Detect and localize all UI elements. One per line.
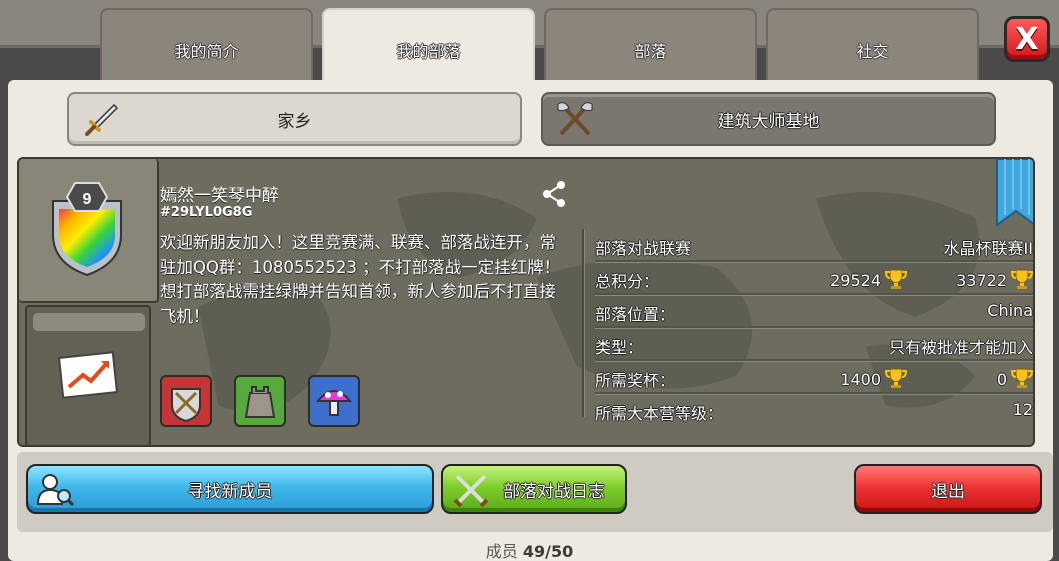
tab-clans[interactable]: 部落 (544, 8, 757, 83)
subtab-label: 建筑大师基地 (717, 111, 820, 132)
search-members-icon (36, 474, 75, 507)
stat-war-league: 部落对战联赛 水晶杯联赛II (595, 229, 1033, 262)
stat-required-townhall: 所需大本营等级： 12 (595, 394, 1033, 427)
trophy-icon (885, 269, 907, 289)
stat-required-trophies: 所需奖杯： 1400 0 (595, 361, 1033, 394)
stat-value-home: 29524 (830, 268, 907, 290)
bookmark-ribbon-icon (996, 159, 1033, 227)
clan-name: 嫣然一笑琴中醉 (160, 186, 279, 206)
stat-location: 部落位置： China (595, 295, 1033, 328)
stat-number: 0 (996, 370, 1007, 389)
tab-label: 我的简介 (174, 42, 239, 61)
close-icon: X (1015, 21, 1039, 57)
tab-my-clan[interactable]: 我的部落 (322, 8, 535, 88)
stat-type: 类型： 只有被批准才能加入 (595, 328, 1033, 361)
tab-my-profile[interactable]: 我的简介 (100, 8, 313, 83)
stat-label: 部落位置： (595, 305, 676, 324)
clan-description: 欢迎新朋友加入！这里竞赛满、联赛、部落战连开，常驻加QQ群：1080552523… (160, 233, 561, 326)
stat-number: 29524 (830, 271, 881, 290)
trophy-icon (885, 368, 907, 388)
stat-value-builder: 0 (997, 367, 1033, 389)
clan-perk-castle-icon[interactable] (234, 375, 286, 427)
clan-tag: #29LYL0G8G (160, 205, 253, 220)
trophy-icon (1011, 368, 1033, 388)
subtab-builder-base[interactable]: 建筑大师基地 (541, 92, 996, 146)
member-count: 成员 49/50 (0, 538, 1059, 561)
member-count-value: 49/50 (522, 542, 574, 561)
clan-stats-list: 部落对战联赛 水晶杯联赛II 总积分： 29524 33722 部落位置： Ch… (595, 229, 1033, 427)
stat-number: 33722 (956, 271, 1007, 290)
clan-perk-mushroom-icon[interactable] (308, 375, 360, 427)
stat-value: China (987, 301, 1033, 320)
subtab-home-village[interactable]: 家乡 (67, 92, 522, 146)
button-label: 部落对战日志 (503, 481, 605, 502)
sword-icon (85, 103, 119, 136)
button-label: 寻找新成员 (187, 481, 273, 502)
find-new-members-button[interactable]: 寻找新成员 (26, 464, 434, 514)
tab-label: 我的部落 (396, 42, 461, 61)
stat-label: 所需奖杯： (595, 371, 676, 390)
stat-label: 部落对战联赛 (595, 239, 692, 258)
stat-number: 1400 (840, 370, 881, 389)
side-panel-bar (33, 313, 145, 331)
clan-info-card: 9 嫣然一笑琴中醉 #29LYL0G8G 欢迎新朋友加入！这里竞赛满、联赛、部落… (17, 157, 1035, 447)
stat-value-builder: 33722 (956, 268, 1033, 290)
clan-badge-panel: 9 (19, 159, 159, 303)
trophy-icon (1011, 269, 1033, 289)
stat-value-home: 1400 (840, 367, 907, 389)
stats-divider (582, 229, 584, 417)
leave-clan-button[interactable]: 退出 (854, 464, 1042, 514)
close-button[interactable]: X (1004, 16, 1050, 62)
share-icon[interactable] (539, 179, 569, 209)
chart-icon[interactable] (57, 349, 119, 401)
stat-label: 类型： (595, 338, 644, 357)
button-label: 退出 (931, 481, 965, 502)
clan-stats-side-panel (25, 305, 151, 445)
subtab-label: 家乡 (277, 111, 312, 132)
clan-badge-icon[interactable]: 9 (47, 179, 127, 279)
tab-label: 部落 (634, 42, 667, 61)
clan-perk-war-icon[interactable] (160, 375, 212, 427)
tab-label: 社交 (856, 42, 889, 61)
crossed-swords-icon (453, 474, 489, 508)
stat-label: 总积分： (595, 272, 660, 291)
stat-value: 水晶杯联赛II (943, 239, 1033, 258)
crossed-axes-icon (557, 102, 593, 136)
stat-value: 只有被批准才能加入 (888, 338, 1033, 357)
clan-level: 9 (83, 191, 92, 208)
clan-war-log-button[interactable]: 部落对战日志 (441, 464, 627, 514)
stat-label: 所需大本营等级： (595, 404, 724, 423)
stat-total-points: 总积分： 29524 33722 (595, 262, 1033, 295)
member-count-label: 成员 (485, 542, 518, 561)
tab-social[interactable]: 社交 (766, 8, 979, 83)
stat-value: 12 (1012, 400, 1033, 419)
